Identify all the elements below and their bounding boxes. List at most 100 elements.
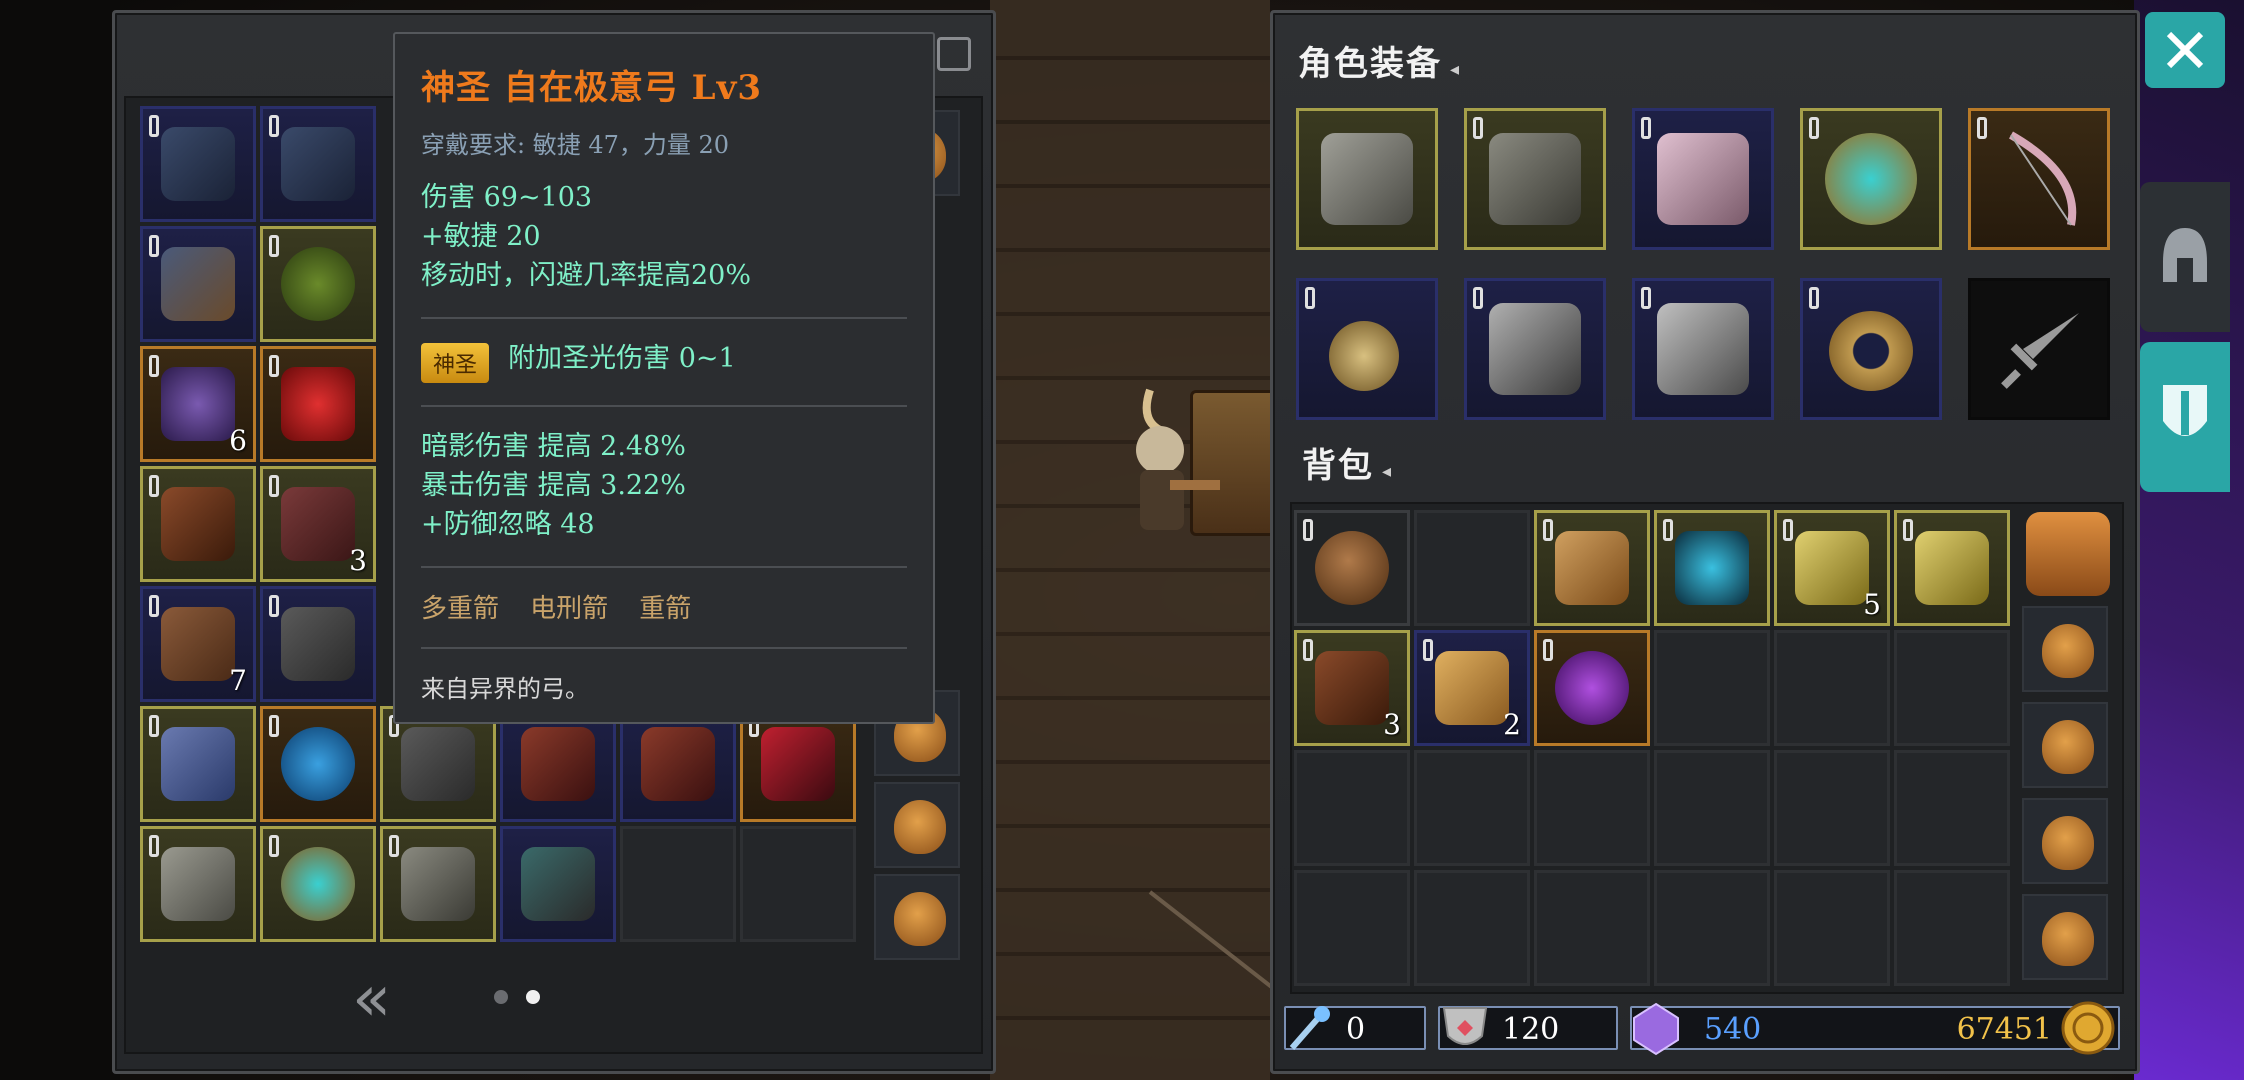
equip-slot-ring[interactable] [1800,108,1942,250]
equip-slot-shoulder[interactable] [1464,108,1606,250]
backpack-slot-empty[interactable] [1534,750,1650,866]
backpack-slot[interactable]: 5 [1774,510,1890,626]
backpack-slot-empty[interactable] [1774,750,1890,866]
backpack-slot-empty[interactable] [1414,510,1530,626]
backpack-tab-large-bag[interactable] [2020,508,2112,600]
equip-slot-bow[interactable] [1968,108,2110,250]
tab-helmet[interactable] [2140,182,2230,332]
lock-icon [1543,639,1553,661]
stat-line: +敏捷 20 [421,221,541,252]
lock-icon [1473,117,1483,139]
backpack-slot-empty[interactable] [1414,870,1530,986]
backpack-slot-empty[interactable] [1894,750,2010,866]
stash-slot-material[interactable]: 3 [260,466,376,582]
equip-slot-robe[interactable] [1632,108,1774,250]
backpack-slot[interactable] [1894,510,2010,626]
extra-stat: +防御忽略 48 [421,508,595,540]
lock-icon [269,475,279,497]
stash-slot-empty[interactable] [740,826,856,942]
tab-equipment-active[interactable] [2140,342,2230,492]
equip-slot-amulet[interactable] [1296,278,1438,420]
stash-slot-material[interactable] [260,586,376,702]
backpack-slot[interactable] [1294,510,1410,626]
equip-slot-gloves[interactable] [1464,278,1606,420]
page-dot-1[interactable] [494,990,508,1004]
backpack-slot[interactable]: 3 [1294,630,1410,746]
scroll-icon [1915,531,1989,605]
close-button[interactable] [2145,12,2225,88]
backpack-slot-empty[interactable] [1894,870,2010,986]
backpack-slot[interactable] [1534,630,1650,746]
divider [421,646,907,649]
double-chevron-left-icon[interactable]: « [352,962,391,1036]
hide-icon [161,607,235,681]
stash-tab-bag[interactable] [874,874,960,960]
stash-slot-armor[interactable] [140,106,256,222]
stash-slot-material[interactable] [140,466,256,582]
skull-bone-icon [281,607,355,681]
lock-icon [1473,287,1483,309]
panel-corner-icon[interactable] [937,37,971,71]
rune-wreath-icon [281,247,355,321]
backpack-slot-empty[interactable] [1774,870,1890,986]
lock-icon [1305,287,1315,309]
ring-icon [281,847,355,921]
lock-icon [1977,117,1987,139]
lock-icon [1663,519,1673,541]
stash-slot-material[interactable]: 7 [140,586,256,702]
helmet-icon [2163,228,2207,282]
bow-icon [2009,131,2077,226]
arrow-left-icon: ◂ [1450,59,1462,80]
divider [421,404,907,407]
backpack-slot-empty[interactable] [1774,630,1890,746]
backpack-slot[interactable] [1654,510,1770,626]
pouch-icon [894,892,946,946]
scroll-icon [1795,531,1869,605]
stash-slot-ring[interactable] [260,826,376,942]
backpack-slot-empty[interactable] [1534,870,1650,986]
backpack-slot[interactable] [1534,510,1650,626]
stash-slot-amulet[interactable] [260,706,376,822]
equip-slot-weapon-empty[interactable] [1968,278,2110,420]
backpack-slot-empty[interactable] [1414,750,1530,866]
backpack-slot-empty[interactable] [1654,870,1770,986]
backpack-tab-pouch[interactable] [2022,702,2108,788]
stash-slot-gem[interactable] [260,346,376,462]
stash-slot-armor[interactable] [380,826,496,942]
lock-icon [149,115,159,137]
backpack-tab-pouch[interactable] [2022,798,2108,884]
backpack-slot-empty[interactable] [1654,750,1770,866]
backpack-slot[interactable]: 2 [1414,630,1530,746]
page-dot-2-active[interactable] [526,990,540,1004]
equip-slot-chest[interactable] [1296,108,1438,250]
stash-slot-robe[interactable] [140,706,256,822]
lock-icon [1641,117,1651,139]
stash-slot-rune[interactable] [260,226,376,342]
stash-slot-gem[interactable]: 6 [140,346,256,462]
backpack-slot-empty[interactable] [1294,870,1410,986]
holy-badge: 神圣 [421,342,490,383]
equip-slot-bracelet[interactable] [1800,278,1942,420]
stat-line: 移动时，闪避几率提高20% [421,260,752,291]
stash-slot-armor[interactable] [140,226,256,342]
backpack-tab-pouch[interactable] [2022,894,2108,980]
stash-slot-armor[interactable] [140,826,256,942]
stash-slot-armor[interactable] [260,106,376,222]
stash-slot-empty[interactable] [620,826,736,942]
backpack-slot-empty[interactable] [1654,630,1770,746]
stash-tab-bag[interactable] [874,782,960,868]
scroll-icon [1555,531,1629,605]
bone-icon [281,487,355,561]
backpack-slot-empty[interactable] [1894,630,2010,746]
stash-slot-cloak[interactable] [500,826,616,942]
skill-name: 重箭 [639,593,692,624]
backpack-tab-pouch[interactable] [2022,606,2108,692]
gloves-icon [1489,303,1581,395]
shoulder-armor-icon [1489,133,1581,225]
amulet-icon [1329,321,1399,391]
backpack-slot-empty[interactable] [1294,750,1410,866]
equip-slot-boots[interactable] [1632,278,1774,420]
equipment-title-text: 角色装备 [1298,44,1442,84]
backpack-title-text: 背包 [1302,446,1374,486]
bracelet-icon [1829,311,1913,391]
